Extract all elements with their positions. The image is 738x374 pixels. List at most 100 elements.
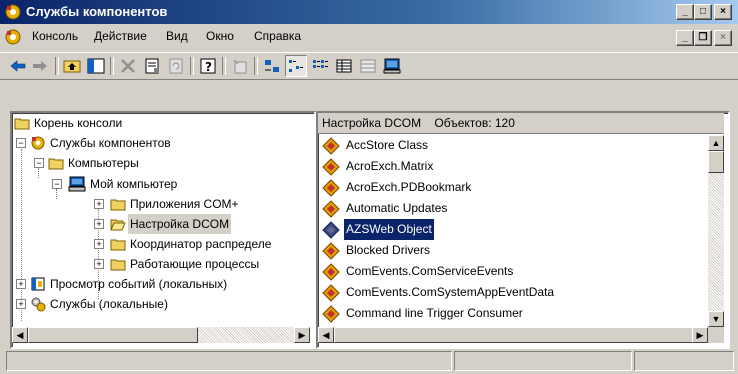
- collapse-toggle[interactable]: −: [52, 179, 62, 189]
- scroll-left-button[interactable]: ◀: [318, 327, 334, 343]
- list-item-label: Command line Trigger Consumer: [346, 306, 523, 320]
- svg-text:?: ?: [205, 60, 212, 74]
- expand-toggle[interactable]: +: [94, 219, 104, 229]
- scroll-thumb[interactable]: [708, 151, 724, 173]
- scroll-left-button[interactable]: ◀: [12, 327, 28, 343]
- tree-line: [38, 168, 40, 178]
- dcom-object-icon: [322, 284, 340, 302]
- close-button[interactable]: ×: [714, 4, 732, 20]
- scroll-thumb[interactable]: [28, 327, 198, 343]
- list-item-label: Blocked Drivers: [346, 243, 431, 257]
- list-item-label: Automatic Updates: [346, 201, 448, 215]
- expand-toggle[interactable]: +: [94, 199, 104, 209]
- tree-item-label: Мой компьютер: [90, 177, 178, 191]
- small-icons-view-button[interactable]: [285, 55, 307, 77]
- component-services-icon: [31, 136, 45, 150]
- computer-icon[interactable]: [382, 56, 402, 76]
- pane-title: Настройка DCOM: [322, 116, 422, 130]
- list-item-label: AccStore Class: [346, 138, 429, 152]
- dcom-object-icon: [322, 179, 340, 197]
- menu-bar: Консоль Действие Вид Окно Справка _ ❐ ×: [0, 26, 738, 48]
- tree-line: [21, 149, 23, 321]
- dcom-object-icon: [322, 221, 340, 239]
- collapse-toggle[interactable]: −: [34, 158, 44, 168]
- menu-console[interactable]: Консоль: [32, 29, 78, 43]
- title-bar[interactable]: Службы компонентов _ □ ×: [0, 0, 738, 24]
- tree-item-label: Просмотр событий (локальных): [50, 277, 228, 291]
- collapse-toggle[interactable]: −: [16, 138, 26, 148]
- maximize-button[interactable]: □: [694, 4, 712, 20]
- tree-line: [56, 189, 58, 199]
- folder-icon: [110, 239, 126, 251]
- new-object-icon: [233, 59, 247, 74]
- console-icon[interactable]: [4, 28, 22, 46]
- object-count: Объектов: 120: [434, 116, 515, 130]
- scrollbar-corner: [708, 327, 724, 343]
- menu-help[interactable]: Справка: [254, 29, 301, 43]
- details-view-icon[interactable]: [334, 56, 354, 76]
- tree-item-label: Работающие процессы: [130, 257, 260, 271]
- dcom-object-icon: [322, 305, 340, 323]
- dcom-object-icon: [322, 137, 340, 155]
- filter-view-icon: [360, 59, 376, 73]
- tree-item-label: Приложения COM+: [130, 197, 239, 211]
- list-item-label: AZSWeb Object: [344, 219, 434, 240]
- scroll-right-button[interactable]: ▶: [692, 327, 708, 343]
- event-viewer-icon: [31, 277, 45, 291]
- toolbar-separator: [110, 57, 114, 75]
- dcom-object-icon: [322, 263, 340, 281]
- tree-item-label: Службы (локальные): [50, 297, 168, 311]
- scroll-down-button[interactable]: ▼: [708, 311, 724, 327]
- help-icon[interactable]: ?: [198, 56, 218, 76]
- status-panel-2: [454, 351, 632, 371]
- back-arrow-icon[interactable]: [8, 56, 28, 76]
- minimize-button[interactable]: _: [676, 4, 694, 20]
- tree-item-label: Настройка DCOM: [128, 214, 232, 234]
- computer-icon: [68, 176, 86, 192]
- mdi-close-button[interactable]: ×: [714, 30, 732, 46]
- folder-icon: [14, 118, 30, 130]
- menu-action[interactable]: Действие: [94, 29, 147, 43]
- toolbar-separator: [190, 57, 194, 75]
- menu-view[interactable]: Вид: [166, 29, 188, 43]
- scroll-right-button[interactable]: ▶: [294, 327, 310, 343]
- list-item-label: ComEvents.ComServiceEvents: [346, 264, 514, 278]
- scroll-up-button[interactable]: ▲: [708, 135, 724, 151]
- list-item-label: AcroExch.PDBookmark: [346, 180, 472, 194]
- dcom-object-icon: [322, 200, 340, 218]
- menu-window[interactable]: Окно: [206, 29, 234, 43]
- status-panel-main: [6, 351, 452, 371]
- list-view-icon[interactable]: [310, 56, 330, 76]
- dcom-object-icon: [322, 158, 340, 176]
- expand-toggle[interactable]: +: [16, 279, 26, 289]
- properties-icon[interactable]: [142, 56, 162, 76]
- list-item-label: AcroExch.Matrix: [346, 159, 434, 173]
- component-services-icon: [5, 4, 21, 20]
- folder-icon: [110, 199, 126, 211]
- folder-open-icon: [110, 219, 126, 231]
- refresh-icon: [169, 58, 183, 74]
- result-pane-header: Настройка DCOM Объектов: 120: [318, 113, 724, 134]
- tree-item-label: Координатор распределе: [130, 237, 272, 251]
- expand-toggle[interactable]: +: [94, 259, 104, 269]
- show-hide-tree-icon[interactable]: [86, 56, 106, 76]
- tree-item-label: Службы компонентов: [50, 136, 171, 150]
- dcom-object-list[interactable]: AccStore Class AcroExch.Matrix AcroExch.…: [318, 135, 706, 325]
- toolbar-separator: [222, 57, 226, 75]
- expand-toggle[interactable]: +: [94, 239, 104, 249]
- console-tree[interactable]: Корень консоли − Службы компонентов − Ко…: [10, 111, 316, 349]
- toolbar-separator: [55, 57, 59, 75]
- services-icon: [31, 297, 46, 312]
- mdi-restore-button[interactable]: ❐: [694, 30, 712, 46]
- mdi-minimize-button[interactable]: _: [676, 30, 694, 46]
- result-pane[interactable]: Настройка DCOM Объектов: 120 AccStore Cl…: [316, 111, 730, 349]
- window-title: Службы компонентов: [26, 4, 168, 19]
- dcom-object-icon: [322, 242, 340, 260]
- large-icons-view-icon[interactable]: [262, 56, 282, 76]
- up-folder-icon[interactable]: [62, 56, 82, 76]
- list-item-label: ComEvents.ComSystemAppEventData: [346, 285, 555, 299]
- scroll-thumb[interactable]: [334, 327, 696, 343]
- folder-icon: [48, 158, 64, 170]
- expand-toggle[interactable]: +: [16, 299, 26, 309]
- folder-icon: [110, 259, 126, 271]
